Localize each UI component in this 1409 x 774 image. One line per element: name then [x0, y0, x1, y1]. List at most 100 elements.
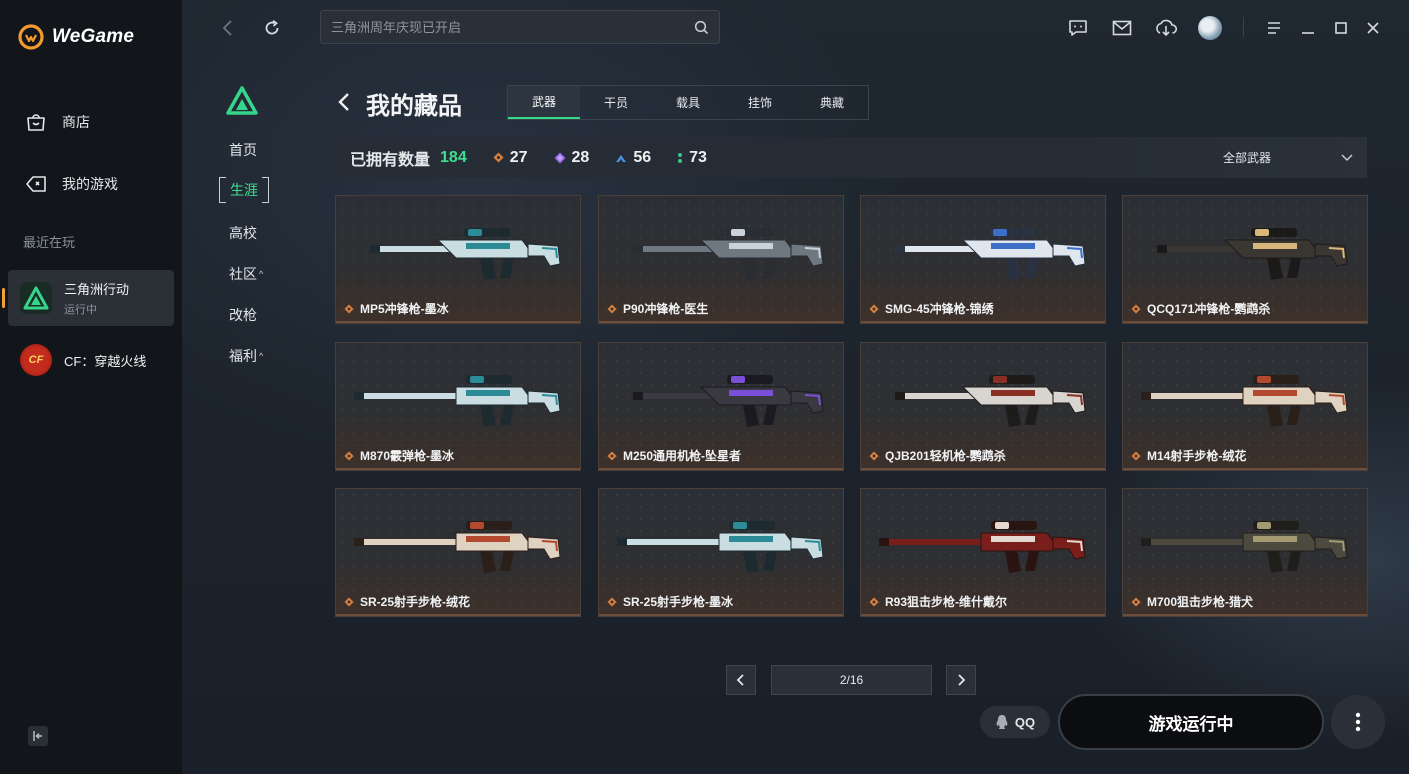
item-name: M14射手步枪-绒花 — [1147, 449, 1247, 463]
collection-item-card[interactable]: P90冲锋枪-医生 — [598, 195, 844, 324]
sidebar-item-my-games[interactable]: 我的游戏 — [24, 172, 118, 196]
chevron-right-icon — [958, 674, 966, 686]
collection-item-card[interactable]: M250通用机枪-坠星者 — [598, 342, 844, 471]
menu-button[interactable] — [1260, 14, 1288, 42]
item-label: M250通用机枪-坠星者 — [607, 447, 741, 464]
close-button[interactable] — [1359, 14, 1387, 42]
collapse-sidebar-button[interactable] — [28, 726, 48, 746]
chat-button[interactable] — [1064, 14, 1092, 42]
subnav-item[interactable]: 高校 — [229, 223, 257, 243]
tab-item[interactable]: 挂饰 — [724, 86, 796, 119]
item-label: MP5冲锋枪-墨冰 — [344, 300, 449, 317]
sidebar-item-shop[interactable]: 商店 — [24, 110, 90, 134]
more-vertical-icon — [1355, 712, 1361, 732]
collection-item-card[interactable]: MP5冲锋枪-墨冰 — [335, 195, 581, 324]
delta-force-logo-icon[interactable] — [226, 86, 258, 116]
rarity-diamond-icon — [869, 304, 879, 313]
tab-item[interactable]: 武器 — [508, 86, 580, 119]
collection-item-card[interactable]: SMG-45冲锋枪-锦绣 — [860, 195, 1106, 324]
rarity-count-orange: 27 — [493, 149, 528, 167]
collection-item-card[interactable]: SR-25射手步枪-墨冰 — [598, 488, 844, 617]
crossfire-game-icon: CF — [20, 344, 52, 376]
search-icon[interactable] — [694, 20, 709, 35]
shop-bag-icon — [27, 114, 45, 131]
nav-back-button[interactable] — [214, 14, 242, 42]
game-running-button[interactable]: 游戏运行中 — [1058, 694, 1324, 750]
wegame-logo-icon — [18, 24, 44, 50]
download-icon — [1156, 19, 1177, 37]
weapon-image — [354, 521, 561, 573]
owned-count-label: 已拥有数量 — [350, 151, 431, 169]
minimize-button[interactable] — [1294, 14, 1322, 42]
close-icon — [1367, 22, 1379, 34]
collection-item-card[interactable]: SR-25射手步枪-绒花 — [335, 488, 581, 617]
subnav-item[interactable]: 生涯 — [219, 177, 269, 203]
subnav-item[interactable]: 改枪 — [229, 305, 257, 325]
rarity-diamond-icon — [607, 597, 617, 606]
rarity-diamond-icon — [869, 451, 879, 460]
maximize-button[interactable] — [1327, 14, 1355, 42]
collection-item-card[interactable]: QJB201轻机枪-鹦鹉杀 — [860, 342, 1106, 471]
recent-games-title: 最近在玩 — [23, 235, 76, 250]
qq-penguin-icon — [996, 715, 1008, 729]
rarity-count-value: 56 — [633, 148, 652, 166]
filter-selected-value: 全部武器 — [1222, 151, 1271, 165]
item-label: P90冲锋枪-医生 — [607, 300, 708, 317]
item-name: QCQ171冲锋枪-鹦鹉杀 — [1147, 302, 1271, 316]
collection-item-card[interactable]: M14射手步枪-绒花 — [1122, 342, 1368, 471]
rarity-count-green: 73 — [677, 149, 707, 167]
subnav-item-label: 高校 — [229, 225, 257, 241]
search-input[interactable] — [331, 19, 686, 35]
weapon-image — [879, 521, 1086, 573]
recent-game-delta-force[interactable]: 三角洲行动 运行中 — [2, 270, 174, 326]
prev-page-button[interactable] — [726, 665, 756, 695]
next-page-button[interactable] — [946, 665, 976, 695]
item-label: QJB201轻机枪-鹦鹉杀 — [869, 447, 1006, 464]
collection-item-card[interactable]: M870霰弹枪-墨冰 — [335, 342, 581, 471]
gamepad-icon — [26, 176, 46, 192]
tab-item[interactable]: 典藏 — [796, 86, 868, 119]
rarity-count-value: 73 — [689, 148, 707, 166]
item-label: QCQ171冲锋枪-鹦鹉杀 — [1131, 300, 1270, 317]
collection-item-card[interactable]: M700狙击步枪-猎犬 — [1122, 488, 1368, 617]
mail-button[interactable] — [1108, 14, 1136, 42]
weapon-image — [1157, 228, 1348, 280]
subnav-item[interactable]: 社区 ^ — [229, 264, 263, 284]
item-name: SR-25射手步枪-绒花 — [360, 595, 471, 609]
item-name: M870霰弹枪-墨冰 — [360, 449, 455, 463]
recent-game-crossfire[interactable]: CF CF：穿越火线 — [8, 332, 174, 388]
subnav-caret-icon: ^ — [259, 351, 264, 361]
rarity-diamond-icon — [344, 597, 354, 606]
qq-button[interactable]: QQ — [980, 706, 1050, 738]
brand[interactable]: WeGame — [18, 24, 134, 50]
tab-item[interactable]: 载具 — [652, 86, 724, 119]
item-name: SR-25射手步枪-墨冰 — [623, 595, 734, 609]
collection-item-card[interactable]: R93狙击步枪-维什戴尔 — [860, 488, 1106, 617]
owned-stats-bar: 已拥有数量 184 27 28 56 73 全部武器 — [334, 137, 1367, 178]
collection-item-card[interactable]: QCQ171冲锋枪-鹦鹉杀 — [1122, 195, 1368, 324]
subnav-item[interactable]: 福利 ^ — [229, 346, 263, 366]
rarity-diamond-icon — [1131, 304, 1141, 313]
weapon-filter-dropdown[interactable]: 全部武器 — [1223, 149, 1353, 166]
rarity-diamond-icon — [1131, 597, 1141, 606]
subnav-item[interactable]: 首页 — [229, 140, 257, 160]
more-options-button[interactable] — [1331, 695, 1385, 749]
weapon-image — [1141, 375, 1348, 427]
dots-green-icon — [678, 152, 683, 163]
owned-count-total: 184 — [440, 148, 467, 166]
chevron-blue-icon — [616, 154, 627, 162]
subnav-item-label: 生涯 — [230, 182, 258, 198]
refresh-button[interactable] — [258, 14, 286, 42]
search-box[interactable] — [320, 10, 720, 44]
item-label: R93狙击步枪-维什戴尔 — [869, 593, 1007, 610]
user-avatar[interactable] — [1198, 16, 1222, 40]
rarity-count-purple: 28 — [554, 149, 589, 167]
download-button[interactable] — [1152, 14, 1180, 42]
delta-force-game-icon — [20, 282, 52, 314]
weapon-image — [633, 228, 824, 280]
game-name: 三角洲行动 — [64, 282, 130, 297]
tab-item[interactable]: 干员 — [580, 86, 652, 119]
collapse-left-icon — [33, 731, 42, 741]
collection-back-button[interactable] — [336, 90, 352, 119]
chevron-left-icon — [338, 93, 349, 111]
